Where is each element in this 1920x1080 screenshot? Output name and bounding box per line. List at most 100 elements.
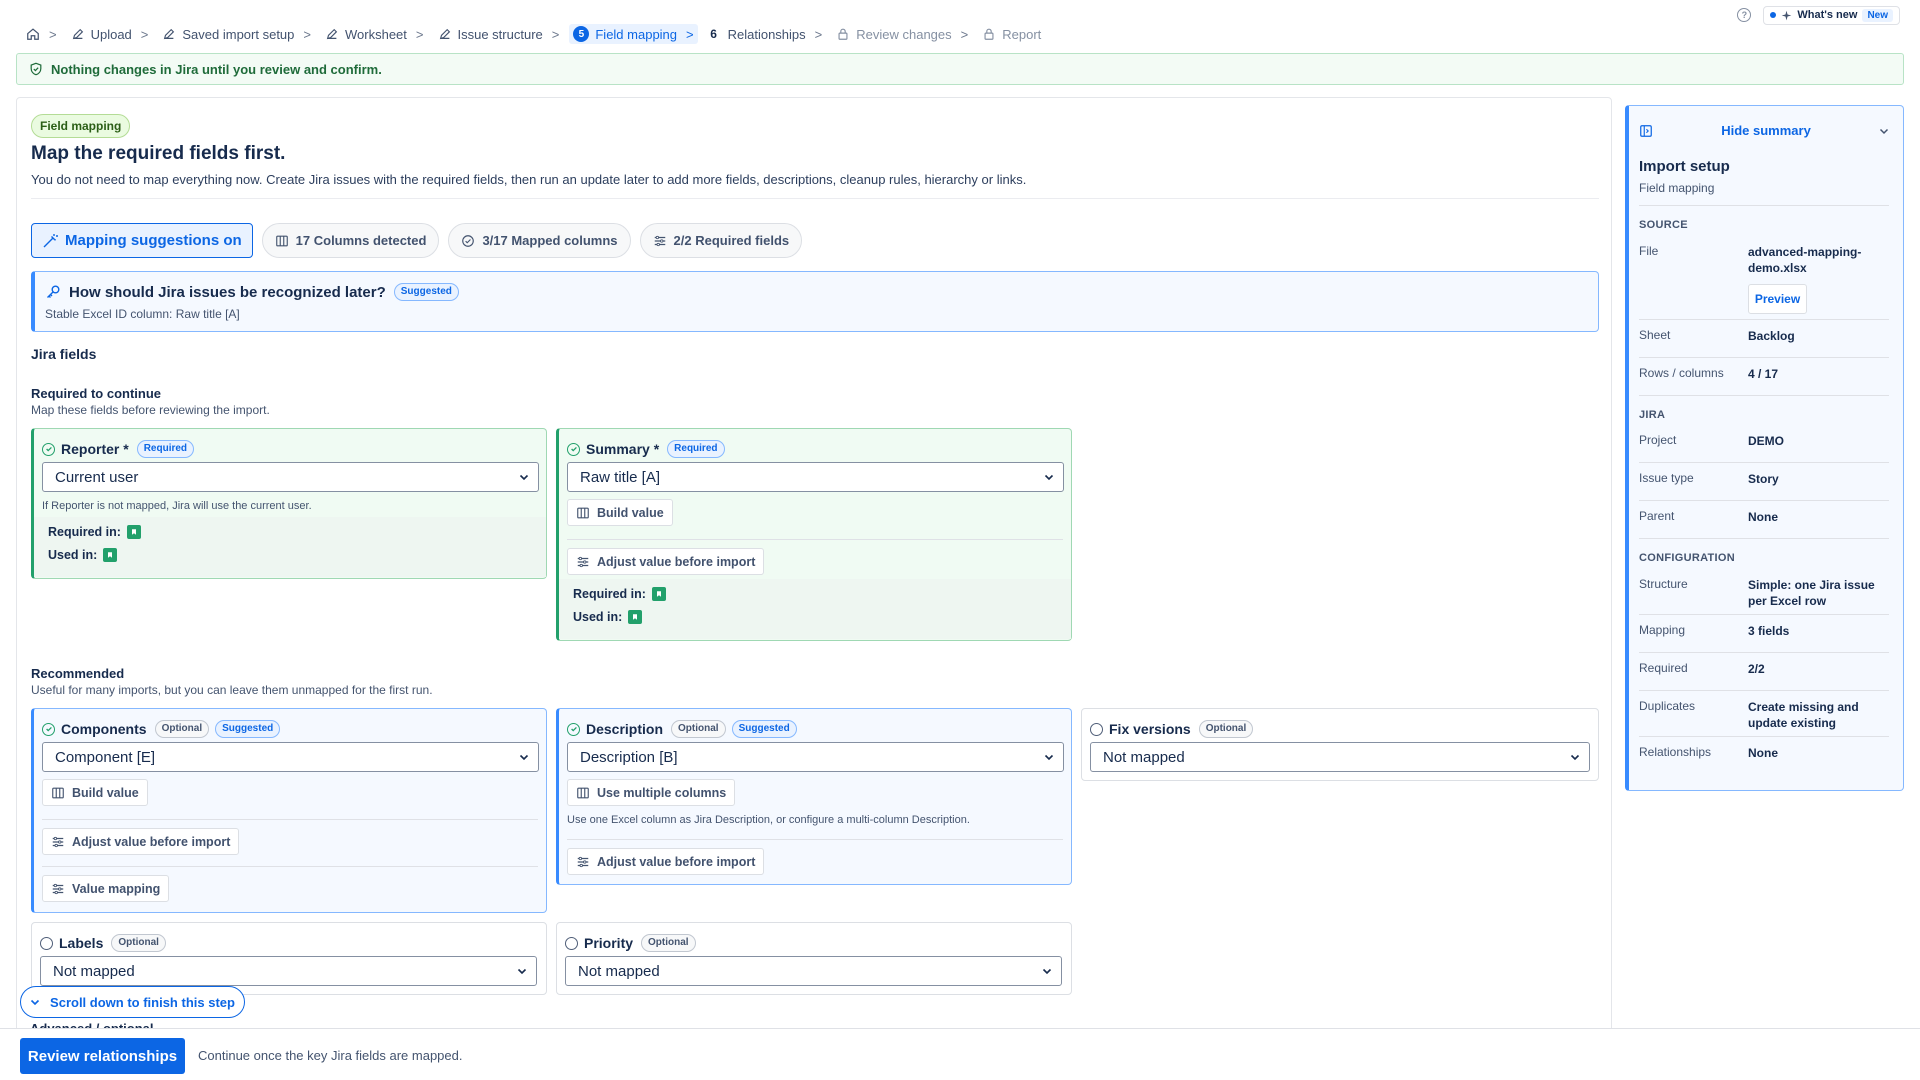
check-circle-icon [42,442,55,456]
reporter-select[interactable]: Current user [42,462,539,492]
summary-value: advanced-mapping-demo.xlsx [1748,245,1862,275]
story-icon [103,548,118,562]
chevron-down-icon [519,754,529,761]
summary-key: Mapping [1639,623,1686,637]
breadcrumb-field-mapping[interactable]: 5 Field mapping > [569,24,698,44]
suggested-badge: Suggested [215,720,281,738]
breadcrumb-relationships[interactable]: 6 Relationships > [702,24,833,44]
summary-select[interactable]: Raw title [A] [567,462,1064,492]
adjust-value-button[interactable]: Adjust value before import [42,828,240,855]
review-relationships-button[interactable]: Review relationships [20,1038,185,1074]
hide-summary-button[interactable]: Hide summary [1721,123,1811,138]
chip-label: 2/2 Required fields [673,233,790,248]
button-label: Adjust value before import [72,834,231,849]
status-chips: Mapping suggestions on 17 Columns detect… [31,223,803,258]
components-select[interactable]: Component [E] [42,742,539,772]
priority-field-card: Priority Optional Not mapped [556,922,1072,995]
new-badge: New [1862,8,1893,22]
description-select[interactable]: Description [B] [567,742,1064,772]
columns-detected-chip[interactable]: 17 Columns detected [261,223,440,258]
info-banner: Nothing changes in Jira until you review… [16,53,1904,85]
divider [31,198,1599,199]
chevron-down-icon [1044,474,1054,481]
sliders-icon [577,556,589,567]
breadcrumb: > Upload > Saved import setup > Worksheet >… [22,24,1045,44]
labels-field-card: Labels Optional Not mapped [31,922,547,995]
field-name: Description [586,721,664,737]
lock-icon [984,28,994,40]
description-note: Use one Excel column as Jira Description… [567,814,970,826]
suggested-badge: Suggested [393,283,459,301]
field-name: Priority [584,935,634,951]
breadcrumb-upload[interactable]: Upload > [67,25,159,44]
mapping-suggestions-toggle[interactable]: Mapping suggestions on [31,223,253,258]
chevron-down-icon [519,474,529,481]
whats-new-button[interactable]: What's new New [1763,5,1900,25]
check-circle-icon [567,442,580,456]
field-name: Reporter * [61,441,129,457]
check-circle-icon [42,722,55,736]
required-in-row: Required in: [573,587,666,601]
adjust-value-button[interactable]: Adjust value before import [567,548,765,575]
fix-versions-select[interactable]: Not mapped [1090,742,1590,772]
scroll-hint-label: Scroll down to finish this step [50,994,235,1010]
reporter-field-card: Reporter * Required Current user If Repo… [31,428,547,579]
jira-fields-heading: Jira fields [31,346,97,362]
unmapped-radio-icon [40,936,53,950]
story-icon [628,610,643,624]
button-label: Adjust value before import [597,554,756,569]
header-actions: ? What's new New [1737,5,1900,25]
import-summary-panel: Hide summary Import setup Field mapping … [1625,105,1904,791]
breadcrumb-review-changes: Review changes > [832,25,978,44]
adjust-value-button[interactable]: Adjust value before import [567,848,765,875]
build-value-button[interactable]: Build value [42,779,148,806]
summary-row-rows-columns: Rows / columns 4 / 17 [1639,366,1889,382]
preview-button[interactable]: Preview [1748,284,1807,314]
select-value: Description [B] [580,748,678,766]
summary-row-mapping: Mapping 3 fields [1639,623,1889,639]
mapped-columns-chip[interactable]: 3/17 Mapped columns [448,223,631,258]
summary-toggle[interactable]: Hide summary [1639,123,1889,138]
breadcrumb-issue-structure[interactable]: Issue structure > [434,25,570,44]
chevron-down-icon [1879,128,1889,134]
button-label: Value mapping [72,881,161,896]
required-fields-chip[interactable]: 2/2 Required fields [639,223,803,258]
summary-row-required: Required 2/2 [1639,661,1889,677]
summary-row-structure: Structure Simple: one Jira issue per Exc… [1639,577,1889,609]
issue-recognition-card[interactable]: How should Jira issues be recognized lat… [31,271,1599,332]
optional-badge: Optional [1198,720,1254,738]
panel-icon [1640,124,1652,137]
sliders-icon [577,856,589,867]
build-value-button[interactable]: Build value [567,499,673,526]
breadcrumb-saved-import-setup[interactable]: Saved import setup > [158,25,321,44]
optional-badge: Optional [671,720,726,738]
summary-field-card: Summary * Required Raw title [A] Build v… [556,428,1072,641]
field-name: Fix versions [1109,721,1191,737]
button-label: Build value [597,505,664,520]
columns-icon [577,507,589,518]
notification-dot [1770,12,1777,18]
summary-row-parent: Parent None [1639,509,1889,525]
scroll-down-button[interactable]: Scroll down to finish this step [20,986,245,1018]
breadcrumb-home[interactable]: > [22,25,67,44]
use-multiple-columns-button[interactable]: Use multiple columns [567,779,736,806]
summary-value: 3 fields [1748,624,1790,638]
page-subtitle: You do not need to map everything now. C… [31,172,1027,187]
summary-key: Relationships [1639,745,1712,759]
help-icon[interactable]: ? [1737,8,1752,22]
summary-key: File [1639,244,1659,258]
pencil-icon [439,28,450,40]
shield-check-icon [30,62,42,76]
recommended-section-title: Recommended [31,666,125,681]
labels-select[interactable]: Not mapped [40,956,537,986]
priority-select[interactable]: Not mapped [565,956,1062,986]
chevron-down-icon [1570,754,1580,761]
banner-text: Nothing changes in Jira until you review… [51,61,382,77]
select-value: Component [E] [55,748,156,766]
summary-subtitle: Field mapping [1639,181,1715,195]
used-in-label: Used in: [48,548,98,562]
sparkle-icon [1782,10,1792,20]
value-mapping-button[interactable]: Value mapping [42,875,170,902]
summary-value: None [1748,746,1778,760]
breadcrumb-worksheet[interactable]: Worksheet > [321,25,434,44]
